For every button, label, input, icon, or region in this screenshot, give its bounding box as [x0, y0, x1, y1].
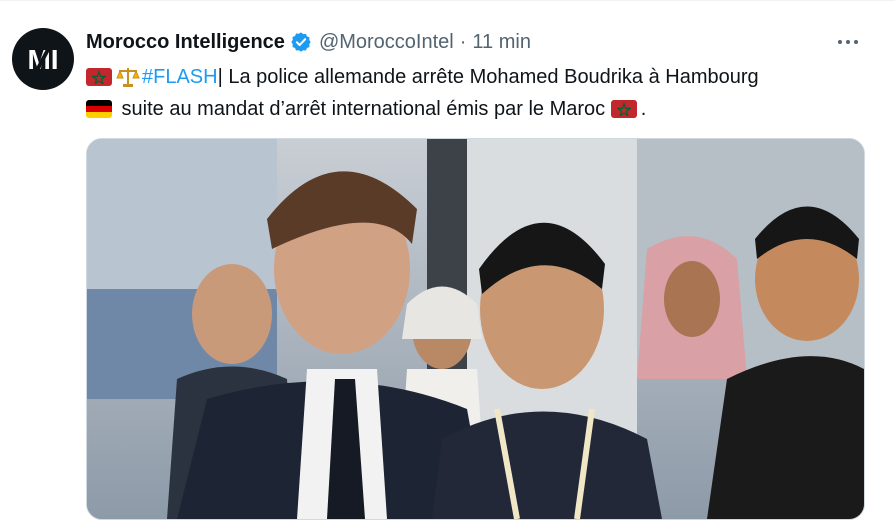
balance-scale-icon — [116, 66, 140, 88]
account-name[interactable]: Morocco Intelligence — [86, 31, 285, 54]
tweet-text-line-1-body: | La police allemande arrête Mohamed Bou… — [217, 66, 759, 88]
tweet-header: Morocco Intelligence @MoroccoIntel · 11 … — [86, 29, 531, 55]
avatar[interactable]: MI — [12, 28, 74, 90]
morocco-flag-icon — [86, 68, 112, 86]
header-separator: · — [459, 30, 467, 53]
photo-scene — [87, 139, 864, 519]
hashtag-link[interactable]: #FLASH — [142, 61, 218, 93]
tweet-text-line-1: #FLASH | La police allemande arrête Moha… — [86, 61, 876, 93]
avatar-logo: MI — [27, 41, 59, 77]
top-divider — [0, 0, 895, 1]
tweet-text-line-2-end: . — [640, 98, 647, 120]
tweet-timestamp[interactable]: 11 min — [472, 31, 531, 54]
tweet-photo[interactable] — [86, 138, 865, 520]
tweet-text-line-2: suite au mandat d’arrêt international ém… — [86, 93, 876, 125]
germany-flag-icon — [86, 100, 112, 118]
more-options-button[interactable] — [832, 30, 864, 54]
morocco-flag-icon — [610, 100, 637, 118]
tweet-text: #FLASH | La police allemande arrête Moha… — [86, 61, 876, 125]
more-horizontal-icon — [838, 40, 842, 44]
account-handle[interactable]: @MoroccoIntel — [319, 31, 454, 54]
verified-badge-icon[interactable] — [290, 31, 312, 53]
tweet-text-line-2-body: suite au mandat d’arrêt international ém… — [116, 98, 611, 120]
